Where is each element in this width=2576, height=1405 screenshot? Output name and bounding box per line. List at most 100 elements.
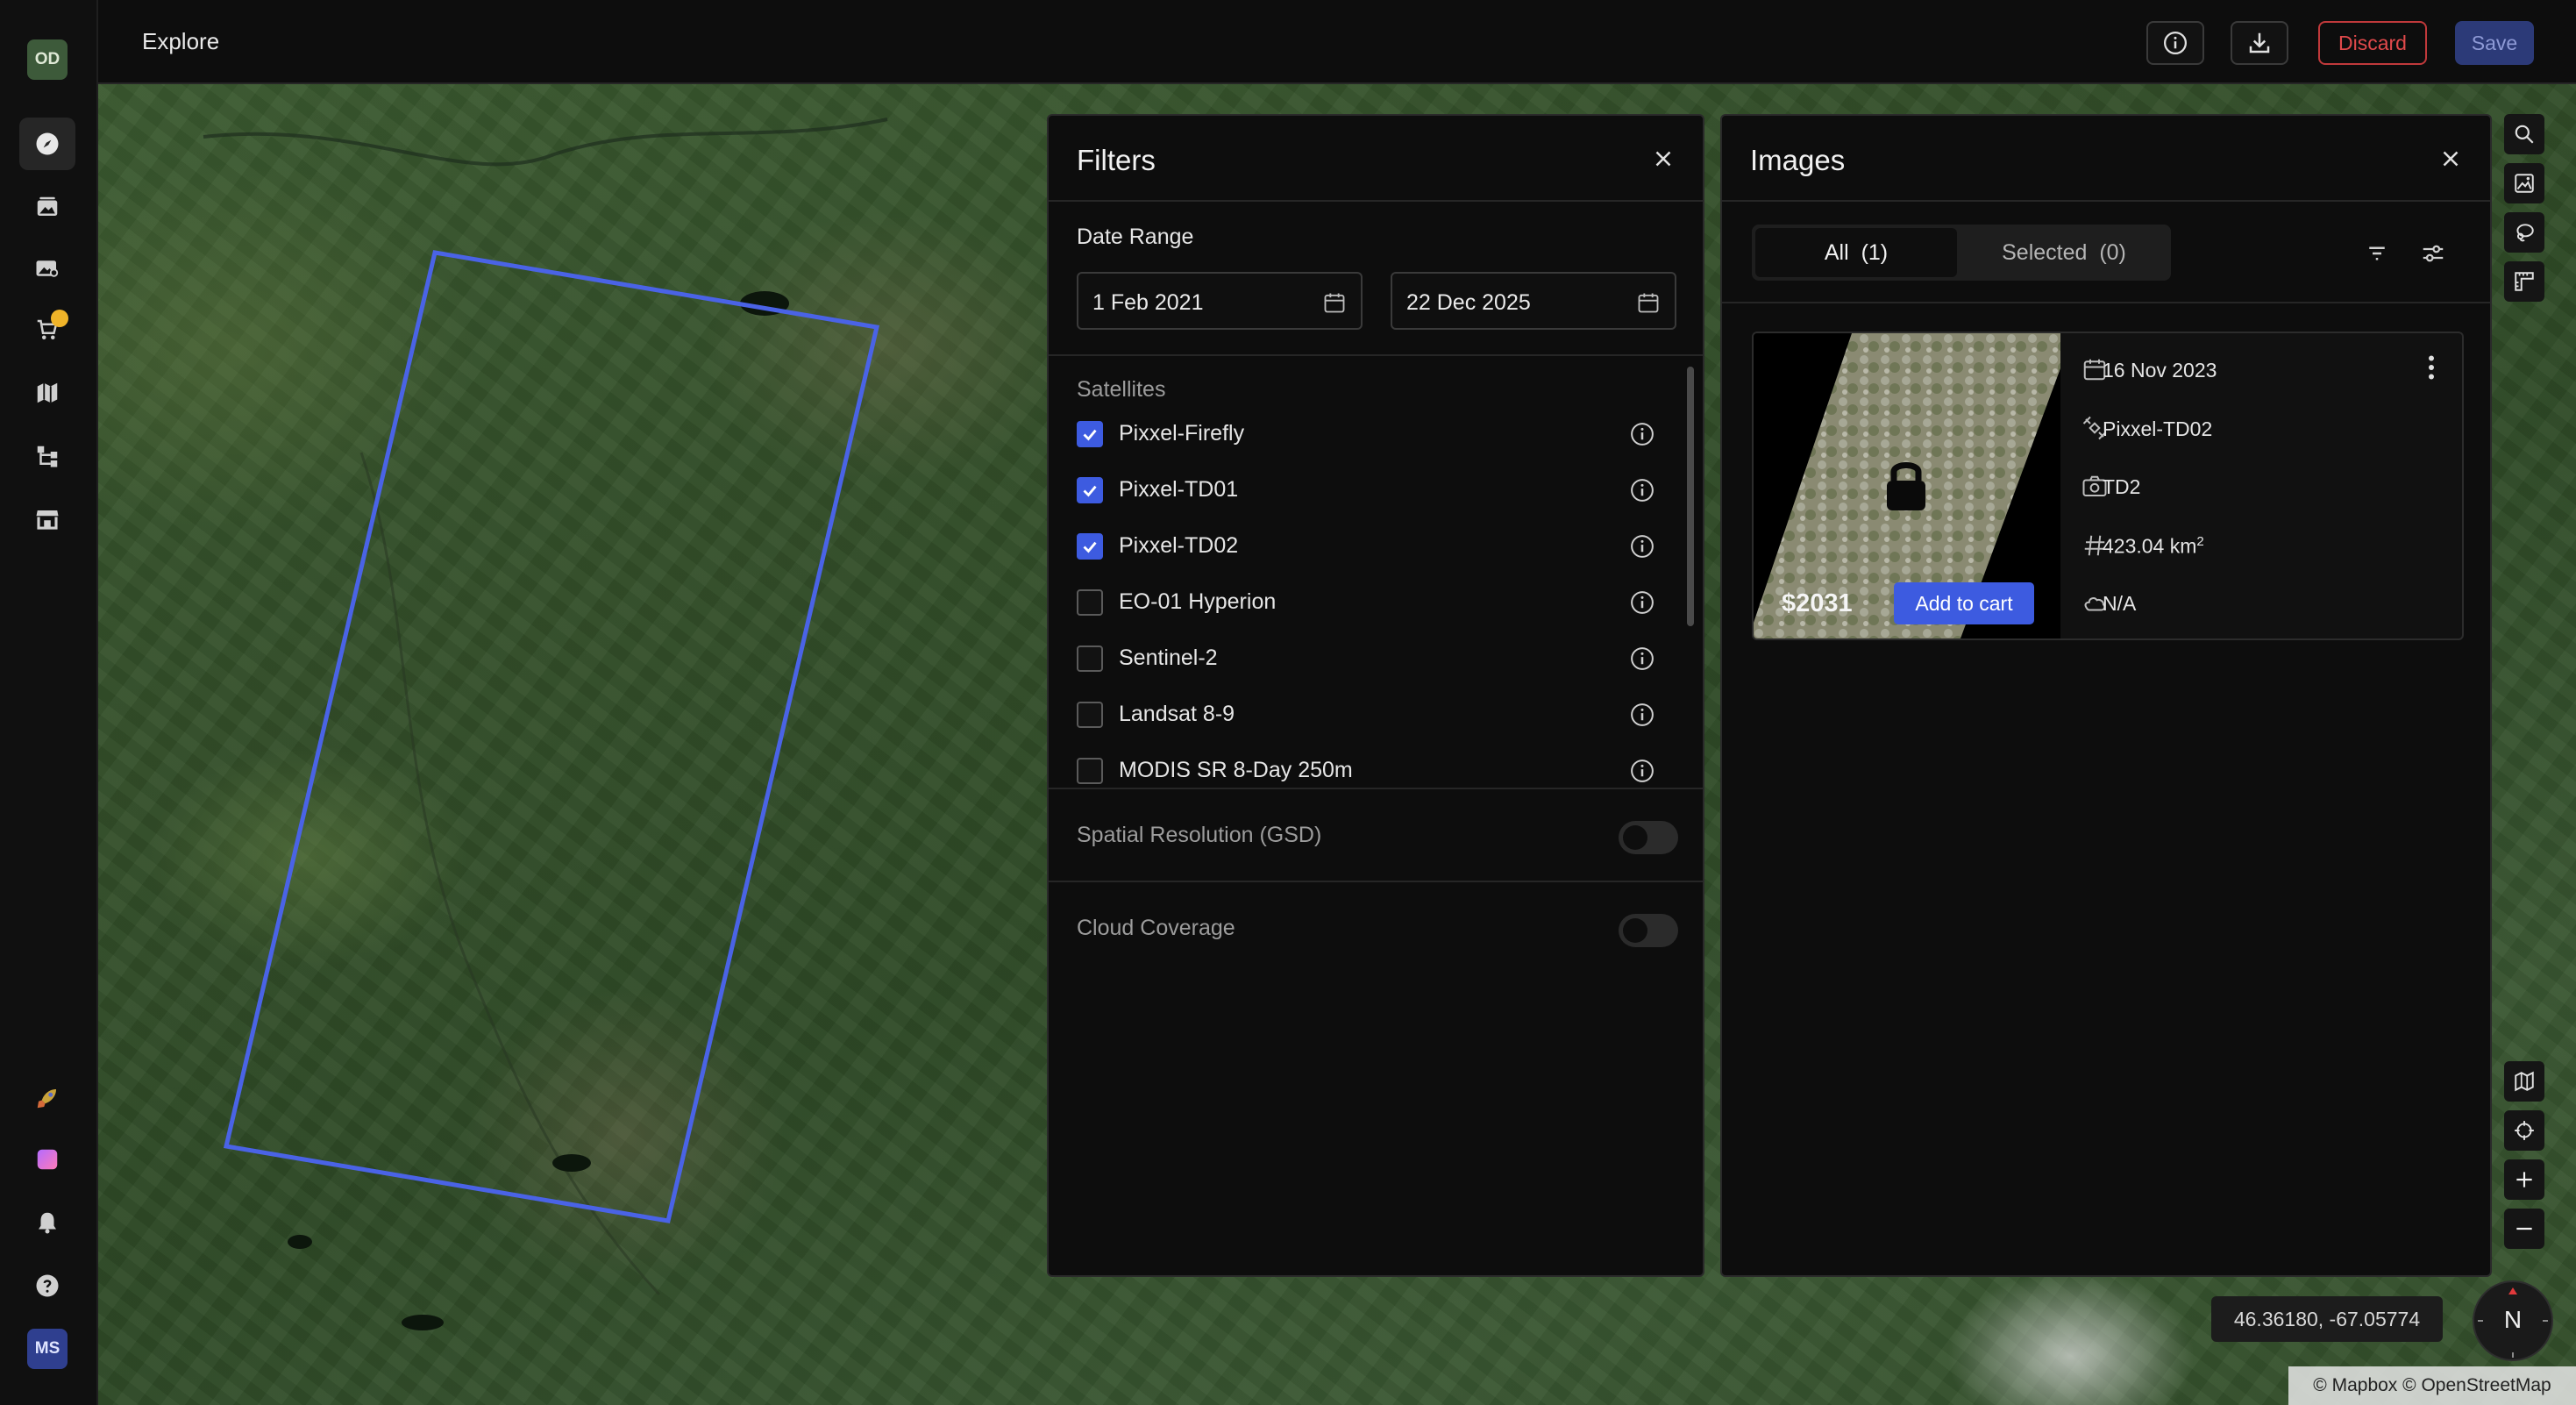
download-icon	[2249, 32, 2270, 53]
satellite-info-icon[interactable]	[1629, 589, 1655, 616]
satellite-checkbox[interactable]	[1077, 421, 1103, 447]
locate-button[interactable]	[2504, 1110, 2544, 1151]
satellite-checkbox[interactable]	[1077, 589, 1103, 616]
sort-icon[interactable]	[2364, 240, 2390, 267]
gsd-toggle[interactable]	[1619, 821, 1678, 854]
check-icon	[1083, 429, 1097, 441]
satellite-option[interactable]: Pixxel-Firefly	[1077, 414, 1655, 453]
satellite-checkbox[interactable]	[1077, 477, 1103, 503]
image-search-icon	[36, 260, 59, 277]
satellite-option[interactable]: Pixxel-TD01	[1077, 470, 1655, 509]
satellite-checkbox[interactable]	[1077, 645, 1103, 672]
user-avatar[interactable]: MS	[27, 1329, 68, 1369]
images-panel: Images All (1) Selected (0) $2031 Add to…	[1720, 114, 2492, 1277]
bell-icon	[39, 1212, 56, 1234]
divider	[1049, 881, 1703, 882]
zoom-out-button[interactable]	[2504, 1209, 2544, 1249]
cloud-coverage-label: Cloud Coverage	[1077, 916, 1235, 940]
check-icon	[1083, 541, 1097, 553]
satellite-list-scrollbar[interactable]	[1687, 367, 1694, 626]
satellite-name: Pixxel-Firefly	[1119, 421, 1245, 446]
tab-selected-label: Selected	[2002, 239, 2088, 265]
launch-nav[interactable]	[19, 1072, 75, 1124]
calendar-icon	[1638, 293, 1659, 313]
satellites-label: Satellites	[1077, 377, 1166, 402]
satellite-checkbox[interactable]	[1077, 702, 1103, 728]
discard-button[interactable]: Discard	[2318, 21, 2427, 65]
map-measure-button[interactable]	[2504, 261, 2544, 302]
org-avatar[interactable]: OD	[27, 39, 68, 80]
save-button[interactable]: Save	[2455, 21, 2534, 65]
satellite-option[interactable]: EO-01 Hyperion	[1077, 582, 1655, 621]
close-images-icon[interactable]	[2437, 146, 2464, 172]
download-button[interactable]	[2231, 21, 2288, 65]
map-layers-button[interactable]	[2504, 163, 2544, 203]
more-options-icon[interactable]	[2427, 354, 2436, 381]
help-icon	[36, 1274, 59, 1297]
image-area-value: 423.04 km	[2103, 534, 2197, 558]
image-layer-icon	[2515, 174, 2534, 193]
gsd-label: Spatial Resolution (GSD)	[1077, 823, 1322, 847]
start-date-field[interactable]: 1 Feb 2021	[1077, 272, 1363, 330]
images-title: Images	[1750, 144, 1846, 176]
info-button[interactable]	[2146, 21, 2204, 65]
image-satellite: Pixxel-TD02	[2103, 417, 2213, 440]
satellite-info-icon[interactable]	[1629, 421, 1655, 447]
tab-selected-count: (0)	[2099, 239, 2126, 265]
filters-panel: Filters Date Range 1 Feb 2021 22 Dec 202…	[1047, 114, 1704, 1277]
satellite-info-icon[interactable]	[1629, 533, 1655, 560]
image-area: 423.04 km2	[2103, 534, 2204, 559]
end-date-field[interactable]: 22 Dec 2025	[1391, 272, 1676, 330]
tab-all-label: All	[1824, 239, 1849, 265]
divider	[1722, 302, 2490, 303]
app-nav[interactable]	[19, 1133, 75, 1186]
satellite-name: EO-01 Hyperion	[1119, 589, 1277, 614]
sidebar: OD MS	[0, 0, 98, 1405]
tab-selected[interactable]: Selected (0)	[1960, 228, 2167, 277]
satellite-option[interactable]: MODIS SR 8-Day 250m	[1077, 751, 1655, 789]
satellite-info-icon[interactable]	[1629, 758, 1655, 784]
close-filters-icon[interactable]	[1650, 146, 1676, 172]
store-nav[interactable]	[19, 493, 75, 546]
compass-icon	[36, 132, 59, 155]
satellite-option[interactable]: Landsat 8-9	[1077, 695, 1655, 733]
satellite-info-icon[interactable]	[1629, 477, 1655, 503]
map-attribution[interactable]: © Mapbox © OpenStreetMap	[2288, 1366, 2576, 1405]
add-to-cart-button[interactable]: Add to cart	[1894, 582, 2034, 624]
notifications-nav[interactable]	[19, 1196, 75, 1249]
explore-nav[interactable]	[19, 118, 75, 170]
satellite-info-icon[interactable]	[1629, 702, 1655, 728]
map-icon	[37, 382, 58, 403]
satellite-checkbox[interactable]	[1077, 758, 1103, 784]
zoom-in-button[interactable]	[2504, 1159, 2544, 1200]
calendar-icon	[1324, 293, 1345, 313]
map-style-button[interactable]	[2504, 1061, 2544, 1102]
help-nav[interactable]	[19, 1259, 75, 1312]
satellite-checkbox[interactable]	[1077, 533, 1103, 560]
toggle-knob	[1623, 918, 1647, 943]
tab-all[interactable]: All (1)	[1755, 228, 1957, 277]
satellite-info-icon[interactable]	[1629, 645, 1655, 672]
compass-button[interactable]: N	[2473, 1280, 2553, 1361]
aoi-footprint[interactable]	[223, 250, 880, 1223]
cloud-coverage-toggle[interactable]	[1619, 914, 1678, 947]
gallery-nav[interactable]	[19, 181, 75, 233]
satellite-name: MODIS SR 8-Day 250m	[1119, 758, 1353, 782]
satellite-name: Sentinel-2	[1119, 645, 1218, 670]
page-title: Explore	[142, 28, 220, 54]
settings-sliders-icon[interactable]	[2420, 240, 2446, 267]
catalog-nav[interactable]	[19, 242, 75, 295]
satellite-option[interactable]: Sentinel-2	[1077, 638, 1655, 677]
image-thumbnail[interactable]: $2031 Add to cart	[1754, 333, 2060, 638]
image-date: 16 Nov 2023	[2103, 359, 2217, 382]
compass-north-label: N	[2503, 1306, 2523, 1333]
map-draw-button[interactable]	[2504, 212, 2544, 253]
satellite-option[interactable]: Pixxel-TD02	[1077, 526, 1655, 565]
lasso-icon	[2516, 224, 2534, 242]
map-nav[interactable]	[19, 367, 75, 419]
map-search-button[interactable]	[2504, 114, 2544, 154]
workflow-nav[interactable]	[19, 430, 75, 482]
toggle-knob	[1623, 825, 1647, 850]
image-card[interactable]: $2031 Add to cart 16 Nov 2023 Pixxel-TD0…	[1752, 332, 2464, 640]
cart-nav[interactable]	[19, 303, 75, 356]
